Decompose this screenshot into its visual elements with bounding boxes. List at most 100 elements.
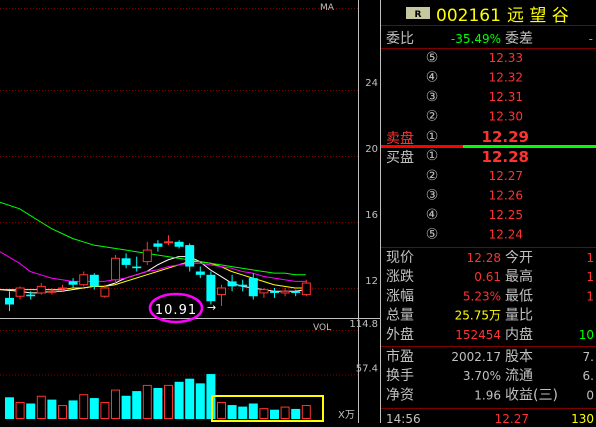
quote-panel: R 002161 远 望 谷委比 -35.49% 委差 - ⑤ 12.33 ④ 12.32 ③ 12.… bbox=[381, 0, 596, 426]
badge-label: R bbox=[415, 10, 422, 20]
price-axis-label: MA bbox=[320, 3, 335, 13]
candle-body bbox=[185, 245, 195, 267]
tick-time: 14:56 bbox=[386, 412, 421, 423]
fundamental-value: 2002.17 bbox=[451, 350, 501, 364]
quote-panel-graphic: R 002161 远 望 谷委比 -35.49% 委差 - ⑤ 12.33 ④ 12.32 ③ 12.… bbox=[381, 6, 596, 426]
weicha-label: 委差 bbox=[505, 31, 533, 47]
candlestick bbox=[301, 279, 311, 297]
volume-unit-label: X万 bbox=[338, 410, 355, 421]
stat-label: 最低 bbox=[505, 288, 533, 304]
sell-label: 卖盘 bbox=[386, 130, 414, 147]
buy-level-index: ⑤ bbox=[426, 227, 439, 243]
candlestick bbox=[142, 241, 152, 265]
sell-level-index: ③ bbox=[426, 89, 439, 105]
stat-value: 152454 bbox=[455, 328, 501, 342]
sell-level-index: ② bbox=[426, 109, 439, 125]
sell-price: 12.30 bbox=[489, 110, 523, 124]
volume-bar bbox=[121, 395, 131, 419]
candle-body bbox=[164, 241, 173, 244]
buy-level-index: ④ bbox=[426, 207, 439, 223]
sell-level-index: ⑤ bbox=[426, 50, 439, 66]
stat-value: 1 bbox=[586, 270, 594, 284]
volume-bar bbox=[301, 405, 311, 419]
candle-body bbox=[301, 282, 311, 296]
candlestick bbox=[79, 271, 89, 287]
candle-body bbox=[238, 284, 248, 287]
candle-body bbox=[142, 249, 152, 263]
candle-body bbox=[79, 274, 89, 286]
stock-name: 远 望 谷 bbox=[507, 6, 569, 26]
sell-price: 12.33 bbox=[489, 51, 523, 65]
arrow-icon: → bbox=[207, 301, 216, 314]
sell-level-index: ① bbox=[426, 129, 439, 145]
volume-tick-label: 57.4 bbox=[356, 364, 378, 375]
candle-body bbox=[132, 266, 142, 269]
candle-body bbox=[270, 291, 279, 293]
candle-body bbox=[111, 257, 120, 281]
candlestick bbox=[270, 288, 279, 298]
candlestick bbox=[164, 235, 173, 246]
volume-bar bbox=[185, 378, 195, 419]
stat-value: 10 bbox=[579, 328, 594, 342]
candlestick bbox=[185, 243, 195, 272]
fundamental-label: 市盈 bbox=[386, 348, 414, 365]
volume-bar bbox=[68, 400, 78, 419]
tick-volume: 130 bbox=[571, 412, 594, 423]
candlestick bbox=[5, 291, 14, 312]
weibi-value: -35.49% bbox=[451, 32, 501, 46]
low-price-annotation: 10.91 bbox=[155, 303, 197, 318]
candle-body bbox=[217, 287, 226, 296]
sell-price: 12.31 bbox=[489, 90, 523, 104]
candle-body bbox=[227, 281, 237, 287]
fundamental-label: 换手 bbox=[386, 367, 414, 384]
volume-bar bbox=[15, 401, 25, 420]
volume-bar bbox=[142, 384, 152, 419]
volume-bar bbox=[5, 397, 14, 419]
candle-body bbox=[100, 287, 110, 297]
stat-value: 25.75万 bbox=[455, 309, 501, 323]
fundamental-label: 收益(三) bbox=[505, 387, 558, 403]
volume-bar bbox=[111, 389, 120, 419]
volume-bar bbox=[58, 405, 67, 419]
buy-price: 12.24 bbox=[489, 228, 523, 242]
stat-value: 5.23% bbox=[463, 289, 501, 303]
volume-bar bbox=[291, 408, 301, 419]
volume-bar bbox=[164, 384, 173, 419]
stat-label: 现价 bbox=[386, 250, 414, 266]
volume-bar bbox=[153, 388, 163, 419]
volume-bar bbox=[47, 399, 57, 419]
volume-bar bbox=[259, 408, 269, 419]
volume-bar bbox=[280, 406, 290, 420]
stat-value: 12.28 bbox=[467, 251, 501, 265]
candle-body bbox=[26, 294, 36, 297]
candle-body bbox=[195, 271, 205, 275]
stat-value: 1 bbox=[586, 289, 594, 303]
volume-bar bbox=[89, 398, 99, 419]
stat-label: 外盘 bbox=[386, 326, 414, 343]
candle-body bbox=[174, 241, 184, 247]
fundamental-label: 净资 bbox=[386, 387, 414, 403]
candle-body bbox=[47, 290, 57, 293]
stat-label: 总量 bbox=[386, 308, 414, 324]
price-tick-label: 20 bbox=[365, 144, 378, 155]
stat-value: 1 bbox=[586, 251, 594, 265]
candlestick bbox=[121, 253, 131, 269]
stat-label: 涨幅 bbox=[386, 288, 414, 304]
candlestick bbox=[238, 279, 248, 292]
fundamental-value: 6. bbox=[583, 369, 594, 383]
kline-chart[interactable]: MA VOL X万 12 16 20 24 57.4 114.8 10.91 → bbox=[0, 0, 381, 423]
buy-price: 12.25 bbox=[489, 208, 523, 222]
candlestick bbox=[68, 278, 78, 288]
candle-body bbox=[15, 287, 25, 297]
buy-level-index: ② bbox=[426, 168, 439, 184]
stat-value: 0.61 bbox=[474, 270, 501, 284]
candlestick bbox=[132, 256, 142, 272]
fundamental-value: 3.70% bbox=[463, 369, 501, 383]
sell-level-index: ④ bbox=[426, 70, 439, 86]
volume-bar bbox=[195, 383, 205, 419]
fundamental-label: 流通 bbox=[505, 368, 533, 384]
candle-body bbox=[291, 291, 301, 293]
candle-body bbox=[68, 281, 78, 285]
volume-bar bbox=[36, 395, 46, 419]
candle-body bbox=[248, 278, 258, 297]
